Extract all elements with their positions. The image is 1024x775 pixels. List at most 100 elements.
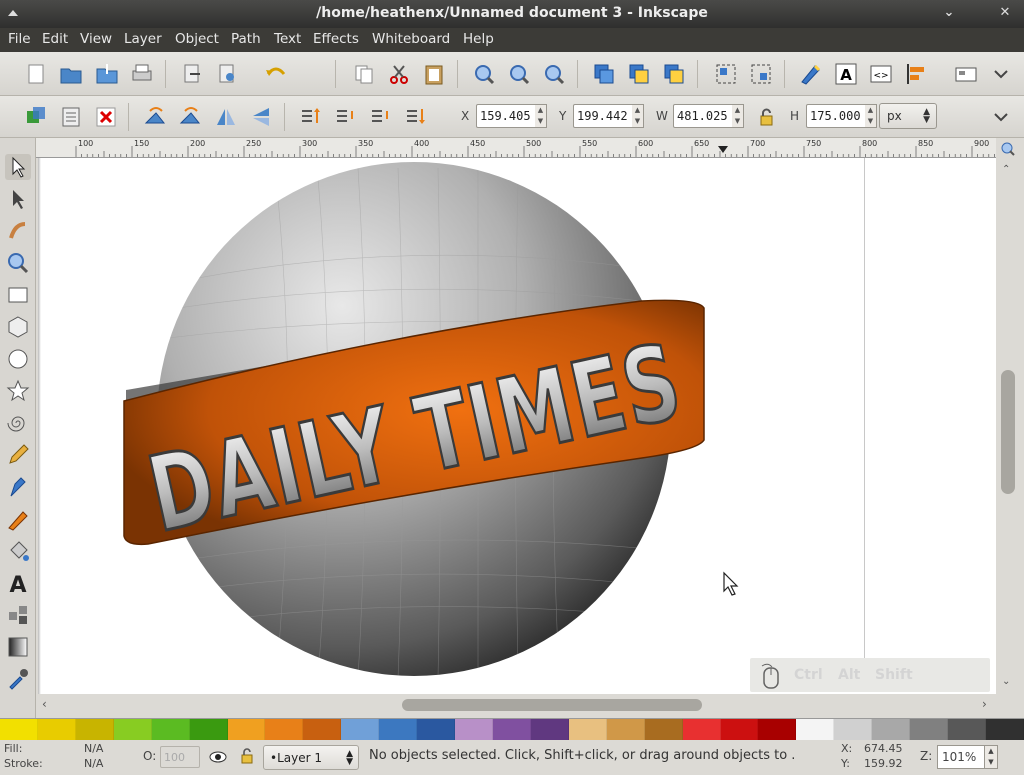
paste-icon[interactable] — [420, 60, 448, 88]
menu-object[interactable]: Object — [175, 31, 219, 47]
zoom-input[interactable]: 101% — [937, 745, 985, 769]
copy-icon[interactable] — [350, 60, 378, 88]
vertical-scrollbar[interactable]: ⌃ ⌄ — [996, 158, 1020, 694]
undo-icon[interactable] — [262, 60, 290, 88]
palette-swatch-26[interactable] — [985, 719, 1024, 741]
box3d-icon[interactable] — [5, 314, 31, 340]
chevron-down-icon[interactable]: ⌄ — [940, 4, 958, 22]
palette-swatch-23[interactable] — [872, 719, 911, 741]
palette-swatch-16[interactable] — [606, 719, 645, 741]
vertical-scroll-thumb[interactable] — [1001, 370, 1015, 494]
print-icon[interactable] — [128, 60, 156, 88]
raise-top-icon[interactable] — [297, 103, 325, 131]
selector-icon[interactable] — [5, 154, 31, 180]
palette-swatch-25[interactable] — [948, 719, 986, 741]
w-spinner[interactable]: ▲ ▼ — [732, 104, 744, 128]
chevron-down-icon[interactable] — [987, 103, 1015, 131]
spray-icon[interactable] — [5, 602, 31, 628]
gradient-icon[interactable] — [5, 634, 31, 660]
star-icon[interactable] — [5, 378, 31, 404]
group-icon[interactable] — [712, 60, 740, 88]
palette-swatch-24[interactable] — [910, 719, 949, 741]
rectangle-icon[interactable] — [5, 282, 31, 308]
palette-swatch-6[interactable] — [227, 719, 266, 741]
palette-swatch-8[interactable] — [303, 719, 342, 741]
open-icon[interactable] — [57, 60, 85, 88]
palette-swatch-20[interactable] — [758, 719, 797, 741]
zoom-page-icon[interactable] — [540, 60, 568, 88]
menu-text[interactable]: Text — [274, 31, 301, 47]
ungroup-icon[interactable] — [747, 60, 775, 88]
horizontal-scrollbar[interactable]: ‹ › — [36, 694, 996, 716]
zoom-corner-icon[interactable] — [998, 140, 1018, 158]
select-all-icon[interactable] — [22, 103, 50, 131]
menu-whiteboard[interactable]: Whiteboard — [372, 31, 450, 47]
horizontal-scroll-thumb[interactable] — [402, 699, 702, 711]
menu-effects[interactable]: Effects — [313, 31, 359, 47]
rotate-cw-icon[interactable] — [177, 103, 205, 131]
palette-swatch-2[interactable] — [75, 719, 114, 741]
menu-view[interactable]: View — [80, 31, 112, 47]
tweak-icon[interactable] — [5, 218, 31, 244]
palette-swatch-0[interactable] — [0, 719, 38, 741]
x-input[interactable]: 159.405 — [476, 104, 540, 128]
scroll-right-icon[interactable]: › — [982, 697, 987, 711]
palette-swatch-14[interactable] — [530, 719, 569, 741]
palette-swatch-5[interactable] — [189, 719, 228, 741]
menu-layer[interactable]: Layer — [124, 31, 162, 47]
palette-swatch-11[interactable] — [417, 719, 456, 741]
zoom-spinner[interactable]: ▲ ▼ — [985, 745, 998, 769]
node-icon[interactable] — [5, 186, 31, 212]
ellipse-icon[interactable] — [5, 346, 31, 372]
select-all-layers-icon[interactable] — [57, 103, 85, 131]
fill-value[interactable]: N/A — [84, 742, 103, 755]
export-bitmap-icon[interactable] — [213, 60, 241, 88]
palette-swatch-17[interactable] — [644, 719, 683, 741]
layer-select[interactable]: •Layer 1 ▲ ▼ — [263, 745, 359, 770]
import-icon[interactable] — [93, 60, 121, 88]
menu-file[interactable]: File — [8, 31, 31, 47]
w-input[interactable]: 481.025 — [673, 104, 737, 128]
palette-swatch-3[interactable] — [113, 719, 152, 741]
text-font-icon[interactable]: A — [832, 60, 860, 88]
scroll-up-icon[interactable]: ⌃ — [1002, 164, 1010, 175]
paint-bucket-icon[interactable] — [5, 538, 31, 564]
y-input[interactable]: 199.442 — [573, 104, 637, 128]
zoom-drawing-icon[interactable] — [505, 60, 533, 88]
calligraphy-icon[interactable] — [5, 506, 31, 532]
dropper-icon[interactable] — [5, 666, 31, 692]
flip-horizontal-icon[interactable] — [212, 103, 240, 131]
palette-swatch-10[interactable] — [379, 719, 418, 741]
unlink-clone-icon[interactable] — [660, 60, 688, 88]
x-spinner[interactable]: ▲ ▼ — [535, 104, 547, 128]
close-icon[interactable]: ✕ — [996, 4, 1014, 22]
h-input[interactable]: 175.000 — [806, 104, 870, 128]
text-icon[interactable]: A — [5, 570, 31, 598]
palette-swatch-13[interactable] — [492, 719, 531, 741]
zoom-selection-icon[interactable] — [470, 60, 498, 88]
clone-icon[interactable] — [625, 60, 653, 88]
pencil-icon[interactable] — [5, 442, 31, 468]
palette-swatch-1[interactable] — [37, 719, 76, 741]
opacity-input[interactable]: 100 — [160, 746, 200, 768]
lower-icon[interactable] — [367, 103, 395, 131]
palette-swatch-12[interactable] — [455, 719, 493, 741]
deselect-icon[interactable] — [92, 103, 120, 131]
zoom-icon[interactable] — [5, 250, 31, 276]
palette-swatch-21[interactable] — [796, 719, 835, 741]
duplicate-icon[interactable] — [590, 60, 618, 88]
eye-icon[interactable] — [208, 748, 228, 766]
palette-swatch-19[interactable] — [720, 719, 759, 741]
menu-edit[interactable]: Edit — [42, 31, 68, 47]
scroll-down-icon[interactable]: ⌄ — [1002, 676, 1010, 687]
drawing-canvas[interactable]: DAILY TIMES Ctrl Alt Shift — [38, 158, 996, 694]
lock-layer-icon[interactable] — [236, 746, 256, 766]
y-spinner[interactable]: ▲ ▼ — [632, 104, 644, 128]
scroll-left-icon[interactable]: ‹ — [42, 697, 47, 711]
pen-icon[interactable] — [5, 474, 31, 500]
lock-icon[interactable] — [752, 103, 780, 131]
lower-bottom-icon[interactable] — [402, 103, 430, 131]
spiral-icon[interactable] — [5, 410, 31, 436]
palette-swatch-7[interactable] — [265, 719, 304, 741]
preferences-icon[interactable] — [952, 60, 980, 88]
